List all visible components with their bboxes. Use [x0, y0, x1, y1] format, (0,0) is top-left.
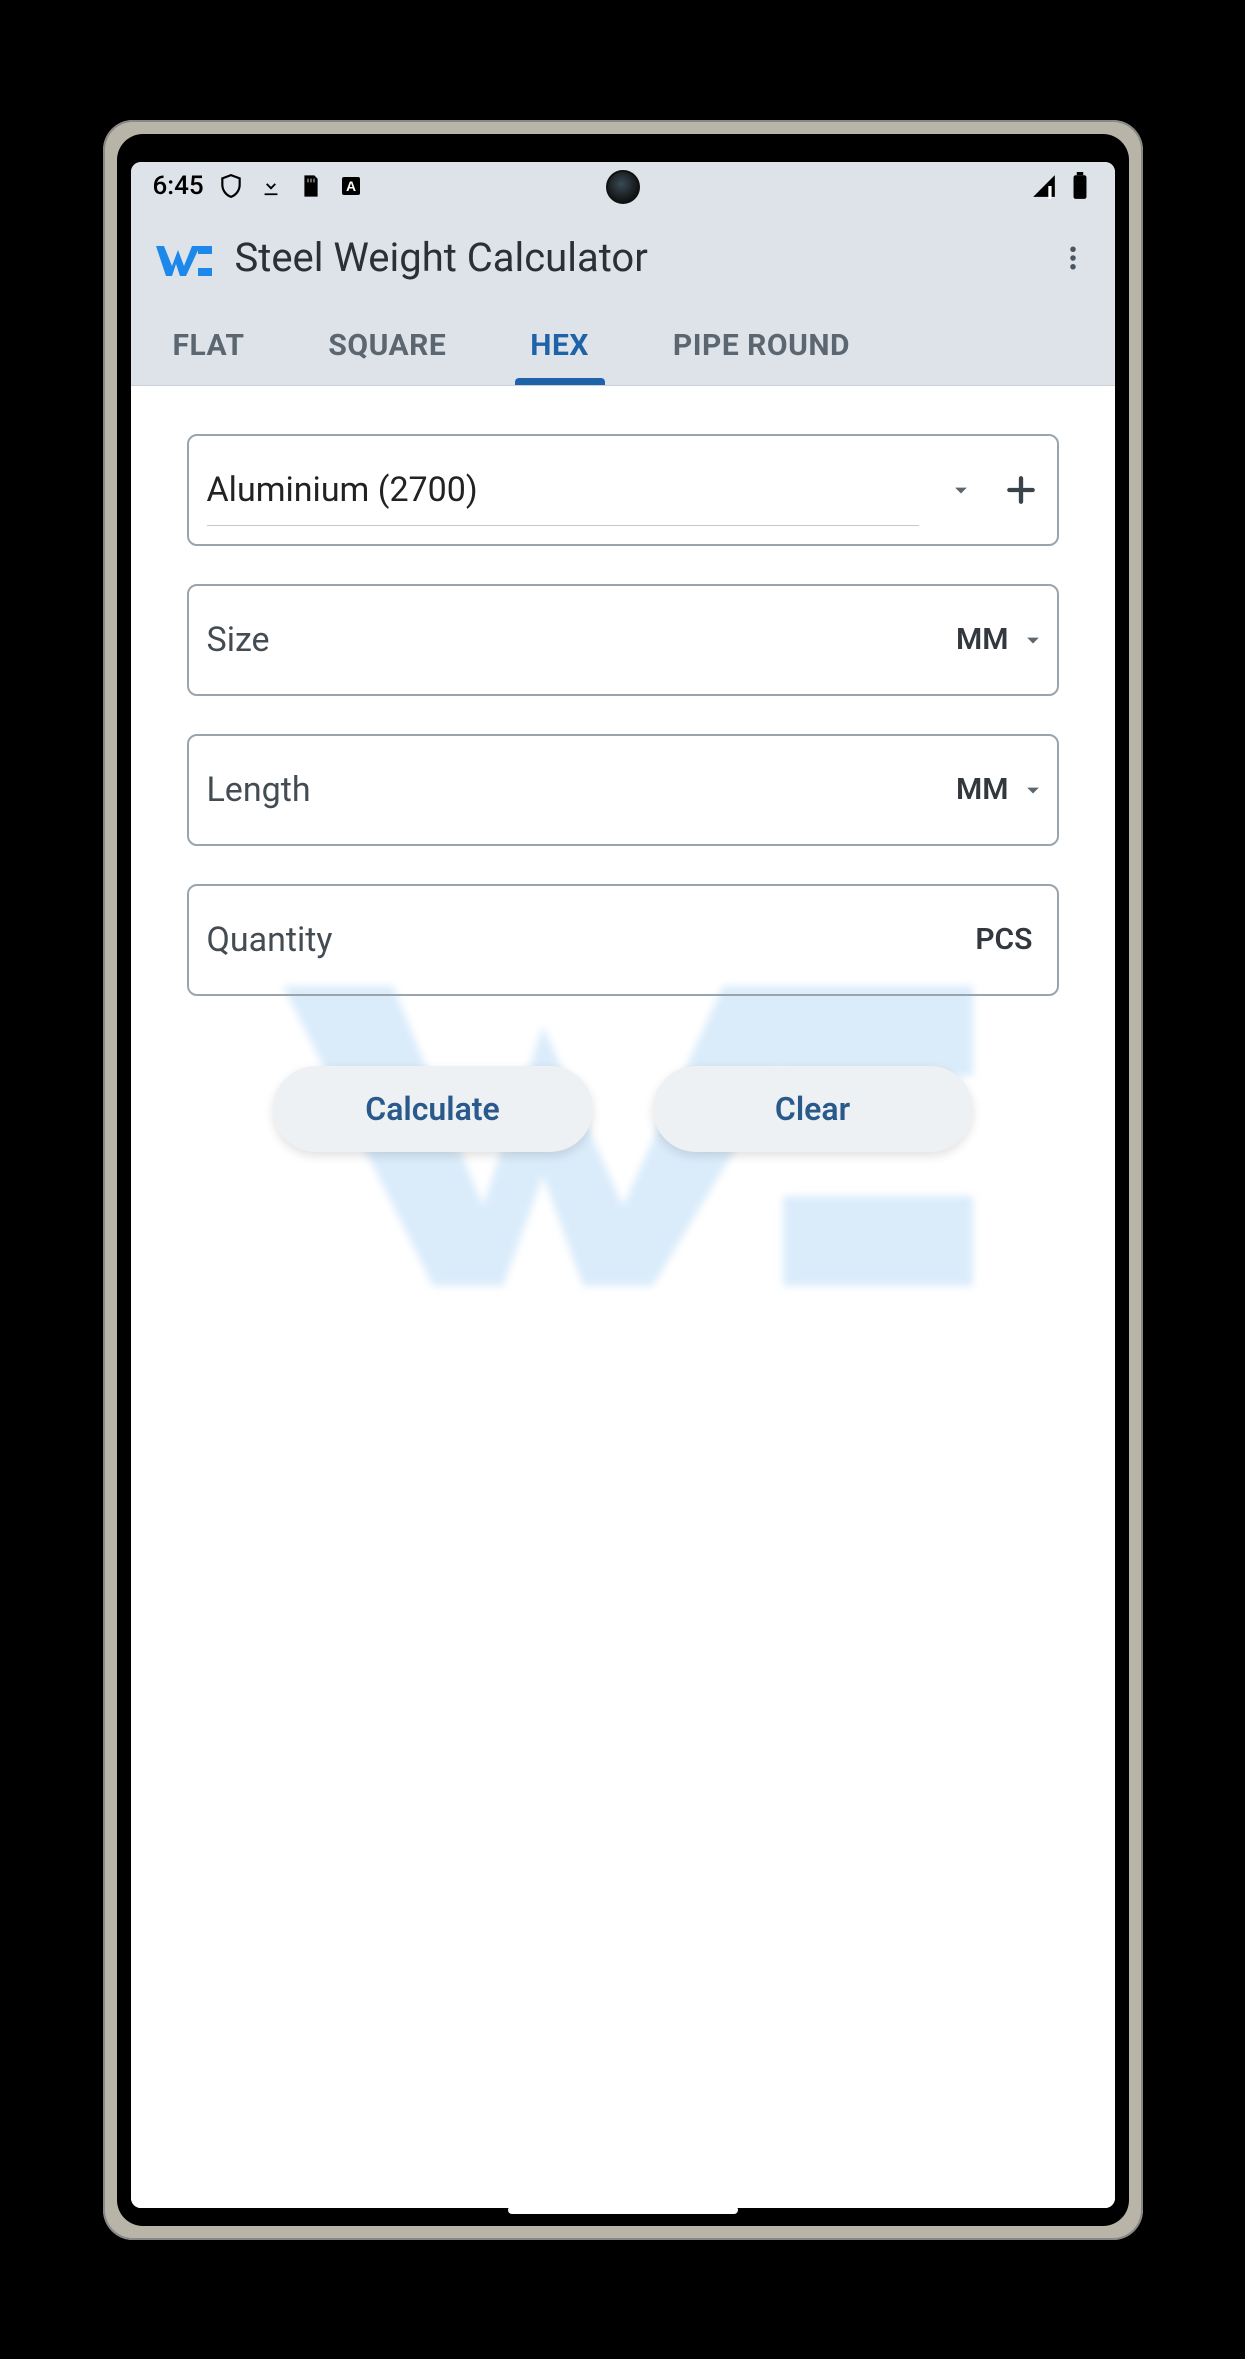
content-area: Aluminium (2700) Size: [131, 386, 1115, 2208]
material-row: Aluminium (2700): [187, 434, 1059, 546]
camera-hole: [606, 170, 640, 204]
chevron-down-icon: [1019, 776, 1047, 804]
nav-home-indicator[interactable]: [508, 2206, 738, 2214]
sd-card-icon: [298, 173, 324, 199]
quantity-input[interactable]: Quantity: [189, 886, 976, 994]
button-row: Calculate Clear: [187, 1066, 1059, 1152]
phone-bezel: 6:45 A: [117, 134, 1129, 2226]
clear-button[interactable]: Clear: [653, 1066, 973, 1152]
size-unit-select[interactable]: MM: [956, 586, 1057, 694]
size-input[interactable]: Size: [189, 586, 957, 694]
length-input[interactable]: Length: [189, 736, 957, 844]
app-logo-icon: [151, 233, 217, 283]
phone-frame: 6:45 A: [103, 120, 1143, 2240]
shield-icon: [218, 173, 244, 199]
add-material-button[interactable]: [985, 436, 1057, 544]
svg-text:A: A: [346, 178, 356, 194]
signal-icon: [1031, 173, 1057, 199]
calculate-button[interactable]: Calculate: [273, 1066, 593, 1152]
status-time: 6:45: [153, 171, 204, 201]
material-dropdown-icon[interactable]: [937, 436, 985, 544]
length-label: Length: [207, 770, 311, 810]
material-select[interactable]: Aluminium (2700): [189, 436, 937, 544]
status-right: [1031, 173, 1093, 199]
tab-flat[interactable]: FLAT: [131, 306, 287, 385]
material-value: Aluminium (2700): [207, 470, 478, 510]
app-bar: Steel Weight Calculator: [131, 210, 1115, 306]
app-title: Steel Weight Calculator: [235, 234, 1051, 281]
length-unit: MM: [956, 772, 1009, 807]
battery-icon: [1067, 173, 1093, 199]
size-label: Size: [207, 620, 270, 660]
quantity-label: Quantity: [207, 920, 333, 960]
status-left: 6:45 A: [153, 171, 364, 201]
size-row: Size MM: [187, 584, 1059, 696]
keyboard-icon: A: [338, 173, 364, 199]
chevron-down-icon: [1019, 626, 1047, 654]
download-icon: [258, 173, 284, 199]
tab-bar: FLAT SQUARE HEX PIPE ROUND: [131, 306, 1115, 386]
overflow-menu-button[interactable]: [1051, 236, 1095, 280]
quantity-unit: PCS: [975, 886, 1056, 994]
tab-pipe-round[interactable]: PIPE ROUND: [631, 306, 860, 385]
length-unit-select[interactable]: MM: [956, 736, 1057, 844]
tab-square[interactable]: SQUARE: [286, 306, 488, 385]
screen: 6:45 A: [131, 162, 1115, 2208]
material-underline: [207, 525, 919, 526]
size-unit: MM: [956, 622, 1009, 657]
quantity-row: Quantity PCS: [187, 884, 1059, 996]
length-row: Length MM: [187, 734, 1059, 846]
tab-hex[interactable]: HEX: [488, 306, 631, 385]
